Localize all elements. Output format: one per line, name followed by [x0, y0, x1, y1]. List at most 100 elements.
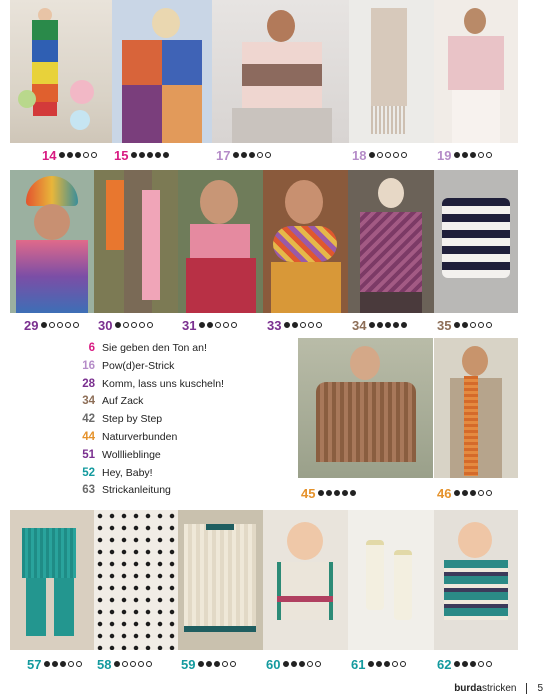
toc-page-number: 6: [88, 342, 95, 354]
filled-dot-icon: [155, 152, 162, 158]
empty-dot-icon: [265, 152, 272, 158]
page-ref-61[interactable]: 61: [351, 656, 407, 672]
page-ref-31[interactable]: 31: [182, 317, 238, 333]
empty-dot-icon: [478, 661, 485, 667]
page-ref-62[interactable]: 62: [437, 656, 493, 672]
difficulty-rating: [283, 661, 322, 667]
toc-entry[interactable]: 51 Wolllieblinge: [70, 449, 290, 467]
toc-entry[interactable]: 63 Strickanleitung: [70, 484, 290, 502]
toc-page-number: 51: [82, 448, 95, 461]
model-rainbow-dress-photo[interactable]: [10, 0, 112, 143]
filled-dot-icon: [214, 661, 221, 667]
empty-dot-icon: [486, 152, 493, 158]
toc-entry[interactable]: 16 Pow(d)er-Strick: [70, 360, 290, 378]
filled-dot-icon: [139, 152, 146, 158]
filled-dot-icon: [147, 152, 154, 158]
bobble-blanket-photo[interactable]: [94, 510, 178, 650]
page-ref-33[interactable]: 33: [267, 317, 323, 333]
filled-dot-icon: [241, 152, 248, 158]
filled-dot-icon: [207, 322, 214, 328]
difficulty-rating: [454, 152, 493, 158]
page-ref-57[interactable]: 57: [27, 656, 83, 672]
difficulty-rating: [454, 490, 493, 496]
difficulty-rating: [199, 322, 238, 328]
page-number: 35: [437, 317, 452, 333]
page-number: 60: [266, 656, 281, 672]
page-ref-46[interactable]: 46: [437, 485, 493, 501]
toc-page-number: 63: [82, 484, 95, 497]
toc-entry[interactable]: 28 Komm, lass uns kuscheln!: [70, 378, 290, 396]
toc-entry[interactable]: 52 Hey, Baby!: [70, 467, 290, 485]
page-ref-17[interactable]: 17: [216, 147, 272, 163]
cricket-sweater-photo[interactable]: [178, 510, 263, 650]
filled-dot-icon: [198, 661, 205, 667]
brand-bold: burda: [454, 683, 482, 694]
empty-dot-icon: [49, 322, 56, 328]
baby-polo-sweater-photo[interactable]: [434, 510, 518, 650]
toc-entry[interactable]: 34 Auf Zack: [70, 395, 290, 413]
toc-entry[interactable]: 42 Step by Step: [70, 413, 290, 431]
filled-dot-icon: [454, 322, 461, 328]
filled-dot-icon: [334, 490, 341, 496]
model-mixed-cowl-photo[interactable]: [263, 170, 348, 313]
page-ref-14[interactable]: 14: [42, 147, 98, 163]
model-patchwork-cardigan-photo[interactable]: [112, 0, 212, 143]
toc-title: Hey, Baby!: [102, 466, 153, 479]
model-orange-scarf-photo[interactable]: [434, 338, 518, 478]
model-chevron-vest-photo[interactable]: [348, 170, 434, 313]
empty-dot-icon: [130, 661, 137, 667]
page-footer: burdastricken 5: [454, 683, 543, 694]
toc-page-number: 34: [82, 395, 95, 408]
brand-logo: burdastricken: [454, 683, 516, 694]
empty-dot-icon: [139, 322, 146, 328]
empty-dot-icon: [57, 322, 64, 328]
page-ref-59[interactable]: 59: [181, 656, 237, 672]
filled-dot-icon: [233, 152, 240, 158]
filled-dot-icon: [369, 322, 376, 328]
fringe-scarf-photo[interactable]: [349, 0, 434, 143]
empty-dot-icon: [123, 322, 130, 328]
page-number: 58: [97, 656, 112, 672]
model-pink-mesh-sweater-photo[interactable]: [434, 0, 518, 143]
filled-dot-icon: [393, 322, 400, 328]
empty-dot-icon: [385, 152, 392, 158]
footer-divider: [526, 683, 528, 694]
page-ref-35[interactable]: 35: [437, 317, 493, 333]
baby-socks-photo[interactable]: [348, 510, 434, 650]
model-brown-rib-sweater-photo[interactable]: [298, 338, 433, 478]
zigzag-pillow-photo[interactable]: [434, 170, 518, 313]
model-gradient-hat-scarf-photo[interactable]: [10, 170, 94, 313]
toc-title: Sie geben den Ton an!: [102, 342, 207, 354]
tree-scarves-photo[interactable]: [94, 170, 178, 313]
page-number: 33: [267, 317, 282, 333]
model-striped-sweater-photo[interactable]: [212, 0, 349, 143]
page-number: 59: [181, 656, 196, 672]
filled-dot-icon: [377, 322, 384, 328]
page-ref-45[interactable]: 45: [301, 485, 357, 501]
empty-dot-icon: [478, 152, 485, 158]
filled-dot-icon: [462, 152, 469, 158]
toc-entry[interactable]: 6 Sie geben den Ton an!: [70, 342, 290, 360]
difficulty-rating: [369, 152, 408, 158]
toc-entry[interactable]: 44 Naturverbunden: [70, 431, 290, 449]
page-ref-60[interactable]: 60: [266, 656, 322, 672]
model-pink-scarf-photo[interactable]: [178, 170, 263, 313]
page-ref-15[interactable]: 15: [114, 147, 170, 163]
page-ref-19[interactable]: 19: [437, 147, 493, 163]
page-ref-58[interactable]: 58: [97, 656, 153, 672]
page-ref-34[interactable]: 34: [352, 317, 408, 333]
page-ref-29[interactable]: 29: [24, 317, 80, 333]
empty-dot-icon: [478, 490, 485, 496]
page-number: 30: [98, 317, 113, 333]
toc-title: Naturverbunden: [102, 430, 178, 443]
baby-teal-romper-photo[interactable]: [10, 510, 94, 650]
baby-cardigan-photo[interactable]: [263, 510, 348, 650]
empty-dot-icon: [486, 661, 493, 667]
page-number: 31: [182, 317, 197, 333]
filled-dot-icon: [368, 661, 375, 667]
page-ref-30[interactable]: 30: [98, 317, 154, 333]
empty-dot-icon: [122, 661, 129, 667]
empty-dot-icon: [83, 152, 90, 158]
empty-dot-icon: [315, 661, 322, 667]
page-ref-18[interactable]: 18: [352, 147, 408, 163]
